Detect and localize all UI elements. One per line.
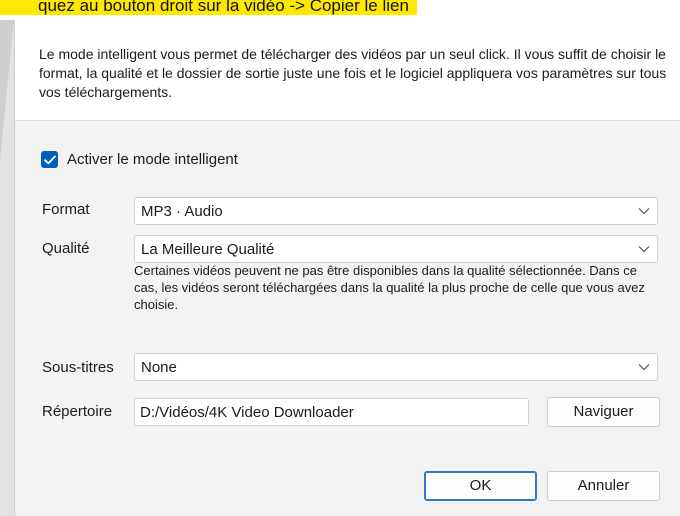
smart-mode-toggle[interactable]: Activer le mode intelligent bbox=[41, 151, 238, 168]
format-label: Format bbox=[42, 201, 90, 218]
quality-hint: Certaines vidéos peuvent ne pas être dis… bbox=[134, 263, 645, 312]
directory-input[interactable]: D:/Vidéos/4K Video Downloader bbox=[134, 398, 529, 426]
quality-label: Qualité bbox=[42, 240, 90, 257]
smart-mode-label: Activer le mode intelligent bbox=[67, 151, 238, 168]
chevron-down-icon bbox=[638, 208, 650, 215]
ok-button[interactable]: OK bbox=[424, 471, 537, 501]
directory-value: D:/Vidéos/4K Video Downloader bbox=[140, 404, 354, 421]
smart-mode-dialog: Le mode intelligent vous permet de téléc… bbox=[14, 20, 680, 516]
checkmark-icon bbox=[43, 155, 56, 164]
cancel-button[interactable]: Annuler bbox=[547, 471, 660, 501]
info-panel: Le mode intelligent vous permet de téléc… bbox=[15, 20, 680, 121]
highlighted-instruction: quez au bouton droit sur la vidéo -> Cop… bbox=[0, 0, 417, 15]
chevron-down-icon bbox=[638, 246, 650, 253]
background-side-shade bbox=[0, 20, 14, 160]
quality-select[interactable]: La Meilleure Qualité bbox=[134, 235, 658, 263]
format-select[interactable]: MP3 · Audio bbox=[134, 197, 658, 225]
format-value: MP3 · Audio bbox=[141, 203, 223, 220]
subtitles-value: None bbox=[141, 359, 177, 376]
background-page: quez au bouton droit sur la vidéo -> Cop… bbox=[0, 0, 680, 20]
subtitles-label: Sous-titres bbox=[42, 359, 114, 376]
quality-value: La Meilleure Qualité bbox=[141, 241, 275, 258]
directory-label: Répertoire bbox=[42, 403, 113, 420]
chevron-down-icon bbox=[638, 364, 650, 371]
info-text: Le mode intelligent vous permet de téléc… bbox=[39, 46, 667, 100]
browse-button[interactable]: Naviguer bbox=[547, 397, 660, 427]
subtitles-select[interactable]: None bbox=[134, 353, 658, 381]
smart-mode-checkbox[interactable] bbox=[41, 151, 58, 168]
